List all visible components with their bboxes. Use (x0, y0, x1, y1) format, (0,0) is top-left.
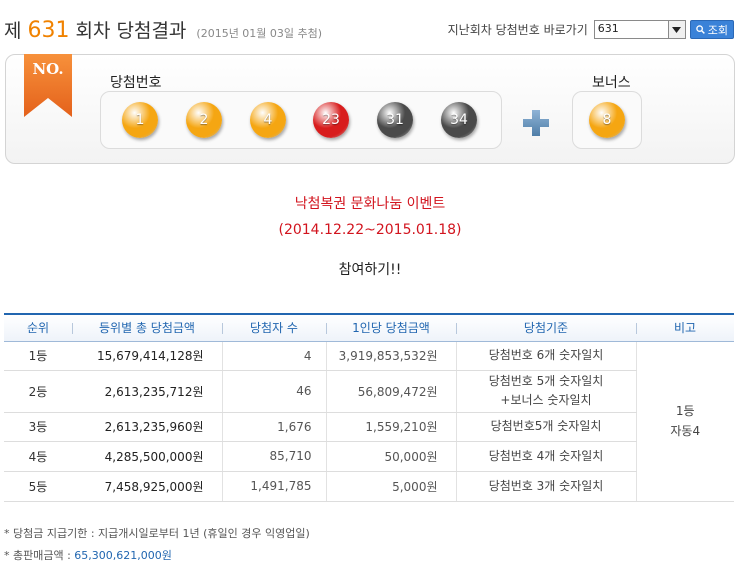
rank-cell: 2등 (4, 370, 72, 413)
header-rank: 순위 (4, 313, 72, 342)
winners-cell: 1,676 (222, 412, 327, 442)
lotto-ball: 4 (250, 102, 286, 138)
note-cell: 1등 자동4 (636, 341, 734, 502)
criteria-line: +보너스 숫자일치 (500, 393, 592, 407)
past-draw-label: 지난회차 당첨번호 바로가기 (447, 23, 588, 37)
rank-cell: 5등 (4, 471, 72, 502)
rank-cell: 3등 (4, 412, 72, 442)
lotto-ball: 1 (122, 102, 158, 138)
total-sales-amount: 65,300,621,000원 (74, 549, 172, 562)
plus-icon (521, 108, 551, 138)
event-title[interactable]: 낙첨복권 문화나눔 이벤트 (0, 193, 740, 213)
bonus-label: 보너스 (592, 75, 631, 91)
draw-select[interactable]: 631 (593, 20, 686, 39)
per-person-cell: 50,000원 (326, 441, 457, 472)
total-sales-label: * 총판매금액 : (4, 549, 75, 562)
table-row: 1등 15,679,414,128원 4 3,919,853,532원 당첨번호… (4, 341, 734, 502)
header-criteria: 당첨기준 (456, 313, 636, 342)
title-prefix: 제 (4, 20, 22, 42)
rank-cell: 1등 (4, 341, 72, 371)
lotto-ball: 23 (313, 102, 349, 138)
search-icon (695, 25, 705, 34)
lotto-ball: 31 (377, 102, 413, 138)
draw-number: 631 (27, 18, 70, 43)
ribbon-text: NO. (32, 60, 64, 78)
criteria-line: 당첨번호 5개 숫자일치 (488, 374, 604, 388)
ribbon-badge: NO. (24, 54, 72, 117)
total-prize-cell: 2,613,235,960원 (72, 412, 223, 442)
table-row: 4등 4,285,500,000원 85,710 50,000원 당첨번호 4개… (4, 441, 734, 472)
prize-table: 순위 등위별 총 당첨금액 당첨자 수 1인당 당첨금액 당첨기준 비고 1등 … (4, 313, 734, 502)
lotto-ball: 2 (186, 102, 222, 138)
note-line: 1등 (675, 404, 695, 418)
per-person-cell: 1,559,210원 (326, 412, 457, 442)
winners-cell: 1,491,785 (222, 471, 327, 502)
total-prize-cell: 2,613,235,712원 (72, 370, 223, 413)
title-suffix: 회차 당첨결과 (75, 20, 187, 42)
total-prize-cell: 15,679,414,128원 (72, 341, 223, 371)
draw-select-value: 631 (597, 22, 619, 35)
header-winners: 당첨자 수 (222, 313, 326, 342)
table-header-row: 순위 등위별 총 당첨금액 당첨자 수 1인당 당첨금액 당첨기준 비고 (4, 313, 734, 342)
total-sales-note: * 총판매금액 : 65,300,621,000원 (4, 547, 172, 563)
event-period[interactable]: (2014.12.22~2015.01.18) (0, 222, 740, 238)
criteria-cell: 당첨번호 4개 숫자일치 (456, 441, 637, 472)
criteria-cell: 당첨번호 5개 숫자일치 +보너스 숫자일치 (456, 370, 637, 413)
total-prize-cell: 7,458,925,000원 (72, 471, 223, 502)
header-total-prize: 등위별 총 당첨금액 (72, 313, 222, 342)
header-note: 비고 (636, 313, 734, 342)
criteria-cell: 당첨번호5개 숫자일치 (456, 412, 637, 442)
search-button-label: 조회 (707, 23, 728, 37)
criteria-cell: 당첨번호 6개 숫자일치 (456, 341, 637, 371)
table-row: 5등 7,458,925,000원 1,491,785 5,000원 당첨번호 … (4, 471, 734, 502)
per-person-cell: 56,809,472원 (326, 370, 457, 413)
draw-date: (2015년 01월 03일 추첨) (196, 27, 323, 40)
page-title: 제 631 회차 당첨결과 (2015년 01월 03일 추첨) (4, 16, 322, 44)
chevron-down-icon[interactable] (667, 21, 685, 38)
event-cta-link[interactable]: 참여하기!! (0, 259, 740, 279)
total-prize-cell: 4,285,500,000원 (72, 441, 223, 472)
search-button[interactable]: 조회 (689, 20, 734, 39)
rank-cell: 4등 (4, 441, 72, 472)
table-row: 2등 2,613,235,712원 46 56,809,472원 당첨번호 5개… (4, 370, 734, 413)
winners-cell: 46 (222, 370, 327, 413)
criteria-cell: 당첨번호 3개 숫자일치 (456, 471, 637, 502)
per-person-cell: 3,919,853,532원 (326, 341, 457, 371)
winners-cell: 85,710 (222, 441, 327, 472)
header-per-person: 1인당 당첨금액 (326, 313, 456, 342)
per-person-cell: 5,000원 (326, 471, 457, 502)
winning-numbers-label: 당첨번호 (110, 75, 162, 91)
lotto-ball: 34 (441, 102, 477, 138)
bonus-ball: 8 (589, 102, 625, 138)
table-row: 3등 2,613,235,960원 1,676 1,559,210원 당첨번호5… (4, 412, 734, 442)
payment-deadline-note: * 당첨금 지급기한 : 지급개시일로부터 1년 (휴일인 경우 익영업일) (4, 527, 310, 540)
note-line: 자동4 (670, 424, 701, 438)
winners-cell: 4 (222, 341, 327, 371)
past-draw-nav: 지난회차 당첨번호 바로가기 631 조회 (448, 20, 734, 39)
